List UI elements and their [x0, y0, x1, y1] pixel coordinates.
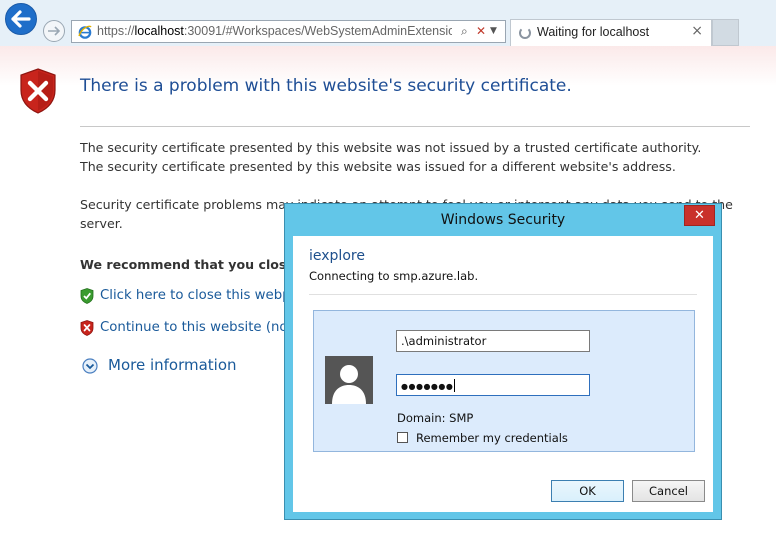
- dialog-title: Windows Security: [440, 212, 566, 228]
- domain-label: Domain: SMP: [397, 411, 474, 425]
- page-title: There is a problem with this website's s…: [80, 76, 572, 96]
- loading-spinner-icon: [519, 27, 531, 39]
- divider: [309, 294, 697, 295]
- arrow-left-icon: [11, 10, 31, 28]
- text-caret: [454, 379, 456, 392]
- back-button[interactable]: [5, 3, 37, 35]
- cert-issue-line: The security certificate presented by th…: [80, 159, 676, 174]
- cancel-button[interactable]: Cancel: [632, 480, 705, 502]
- tab-close-icon[interactable]: ×: [691, 23, 703, 39]
- new-tab-button[interactable]: [712, 19, 739, 46]
- address-url[interactable]: https://localhost:30091/#Workspaces/WebS…: [97, 24, 452, 40]
- shield-ok-icon: [80, 288, 94, 304]
- shield-error-small-icon: [80, 320, 94, 336]
- tab-localhost[interactable]: Waiting for localhost ×: [510, 19, 712, 46]
- browser-toolbar: https://localhost:30091/#Workspaces/WebS…: [0, 0, 776, 46]
- app-name: iexplore: [309, 248, 365, 264]
- chevron-down-icon[interactable]: ▼: [490, 26, 497, 36]
- connecting-text: Connecting to smp.azure.lab.: [309, 269, 479, 283]
- dialog-body: iexplore Connecting to smp.azure.lab. .\…: [293, 236, 713, 512]
- password-mask: ●●●●●●●: [401, 382, 454, 391]
- search-icon[interactable]: ⌕: [461, 24, 468, 39]
- recommendation-text: We recommend that you close: [80, 257, 295, 272]
- warning-text-line2: server.: [80, 216, 123, 231]
- arrow-right-icon: [48, 26, 61, 36]
- expand-chevron-icon: [82, 358, 98, 374]
- cert-issue-line: The security certificate presented by th…: [80, 140, 702, 155]
- user-avatar-icon: [325, 356, 373, 404]
- forward-button[interactable]: [43, 20, 65, 42]
- divider: [80, 126, 750, 127]
- password-field[interactable]: ●●●●●●●: [396, 374, 590, 396]
- dialog-close-button[interactable]: ✕: [684, 205, 715, 226]
- remember-checkbox[interactable]: [397, 432, 408, 443]
- ok-button[interactable]: OK: [551, 480, 624, 502]
- internet-explorer-icon: [78, 25, 92, 39]
- remember-label[interactable]: Remember my credentials: [416, 431, 568, 445]
- shield-error-icon: [20, 68, 56, 114]
- certificate-error-icon[interactable]: ✕: [476, 24, 486, 38]
- windows-security-dialog: Windows Security ✕ iexplore Connecting t…: [284, 203, 722, 520]
- credential-tile[interactable]: .\administrator ●●●●●●● Domain: SMP Reme…: [313, 310, 695, 452]
- address-bar[interactable]: https://localhost:30091/#Workspaces/WebS…: [71, 20, 506, 43]
- tab-title: Waiting for localhost: [537, 25, 650, 39]
- username-field[interactable]: .\administrator: [396, 330, 590, 352]
